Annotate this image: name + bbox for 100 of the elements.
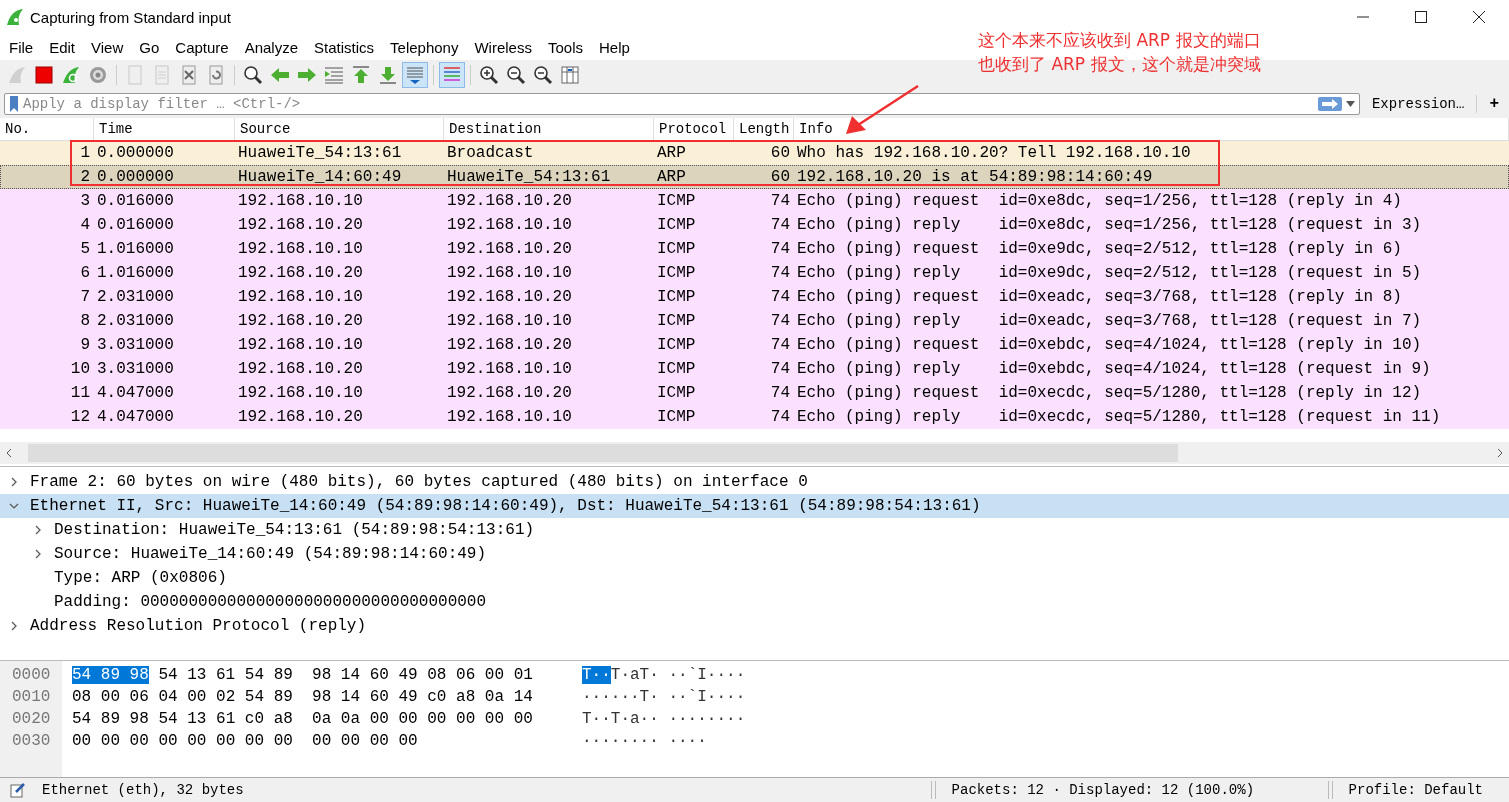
table-cell-text: 74 xyxy=(769,384,791,402)
hex-bytes[interactable]: 54 13 61 54 89 98 14 60 49 08 06 00 01 xyxy=(158,666,533,684)
hex-bytes[interactable]: 00 00 00 00 00 00 00 00 00 00 00 00 xyxy=(72,732,418,750)
hex-bytes[interactable]: 08 00 06 04 00 02 54 89 98 14 60 49 c0 a8 0a 14 xyxy=(72,688,533,706)
packet-row[interactable]: 2 0.000000 HuaweiTe_14:60:49 HuaweiTe_54:13:61 ARP 60 192.168.10.20 is at 54:89:98:14:60:49 xyxy=(0,165,1509,189)
table-cell-text: Broadcast xyxy=(446,144,535,162)
table-cell-text: 1.016000 xyxy=(96,264,175,282)
table-cell-text: 3.031000 xyxy=(96,360,175,378)
menu-item[interactable]: Analyze xyxy=(244,38,299,56)
menu-item[interactable]: Tools xyxy=(547,38,583,56)
selected-bytes[interactable]: 54 89 98 xyxy=(72,666,149,684)
table-cell-text: Echo (ping) reply id=0xe9dc, seq=2/512, ttl=128 (request in 5) xyxy=(796,264,1423,282)
column-header[interactable]: Length xyxy=(734,118,794,140)
table-cell-text: 4.047000 xyxy=(96,408,175,426)
column-header[interactable]: No. xyxy=(0,118,94,140)
packet-row[interactable]: 6 1.016000 192.168.10.20 192.168.10.10 ICMP 74 Echo (ping) reply id=0xe9dc, seq=2/512, ttl=128 (request in 5) xyxy=(0,261,1509,285)
tree-row[interactable]: Type: ARP (0x0806) xyxy=(0,566,1509,590)
menu-item[interactable]: Help xyxy=(599,38,630,56)
packet-row[interactable]: 4 0.016000 192.168.10.20 192.168.10.10 ICMP 74 Echo (ping) reply id=0xe8dc, seq=1/256, ttl=128 (request in 3) xyxy=(0,213,1509,237)
column-header[interactable]: Source xyxy=(235,118,444,140)
table-cell-text: 192.168.10.20 xyxy=(446,288,573,306)
tree-item-text: Destination: HuaweiTe_54:13:61 (54:89:98:54:13:61) xyxy=(54,521,535,539)
table-cell-text: 74 xyxy=(769,408,791,426)
table-cell-text: 74 xyxy=(769,192,791,210)
table-cell-text: Echo (ping) reply id=0xecdc, seq=5/1280, ttl=128 (request in 11) xyxy=(796,408,1442,426)
ascii-text[interactable]: ······T· ··`I···· xyxy=(582,688,746,706)
packet-row[interactable]: 10 3.031000 192.168.10.20 192.168.10.10 ICMP 74 Echo (ping) reply id=0xebdc, seq=4/1024, ttl=128 (request in 9) xyxy=(0,357,1509,381)
table-cell-text: 74 xyxy=(769,288,791,306)
filter-input[interactable]: Apply a display filter … <Ctrl-/> xyxy=(23,96,1314,112)
tree-row[interactable]: Padding: 000000000000000000000000000000000000 xyxy=(0,590,1509,614)
colored-lines-icon[interactable] xyxy=(439,62,465,88)
scroll-right-icon[interactable] xyxy=(1495,448,1505,458)
table-cell-text: 192.168.10.10 xyxy=(446,312,573,330)
maximize-icon[interactable] xyxy=(1415,11,1427,23)
menu-item[interactable]: Wireless xyxy=(474,38,532,56)
table-cell-text: Who has 192.168.10.20? Tell 192.168.10.10 xyxy=(796,144,1192,162)
edit-icon[interactable] xyxy=(10,782,26,798)
menu-item[interactable]: Go xyxy=(139,38,160,56)
table-cell-text: 192.168.10.10 xyxy=(237,288,364,306)
table-cell-text: 192.168.10.20 xyxy=(446,336,573,354)
dropdown-caret-icon[interactable] xyxy=(1345,101,1355,107)
selected-ascii[interactable]: T·· xyxy=(582,666,611,684)
tree-row[interactable]: Address Resolution Protocol (reply) xyxy=(0,614,1509,638)
menu-item[interactable]: Capture xyxy=(175,38,229,56)
column-header[interactable]: Protocol xyxy=(654,118,734,140)
table-cell-text: Echo (ping) reply id=0xebdc, seq=4/1024, ttl=128 (request in 9) xyxy=(796,360,1432,378)
column-header[interactable]: Destination xyxy=(444,118,654,140)
auto-scroll-icon[interactable] xyxy=(402,62,428,88)
packet-row[interactable]: 12 4.047000 192.168.10.20 192.168.10.10 ICMP 74 Echo (ping) reply id=0xecdc, seq=5/1280, ttl=128 (request in 11) xyxy=(0,405,1509,429)
packet-row[interactable]: 7 2.031000 192.168.10.10 192.168.10.20 ICMP 74 Echo (ping) request id=0xeadc, seq=3/768, ttl=128 (reply in 8) xyxy=(0,285,1509,309)
annotation-text: 这个本来不应该收到 ARP 报文的端口 xyxy=(978,29,1261,52)
column-header[interactable]: Time xyxy=(94,118,235,140)
scroll-left-icon[interactable] xyxy=(4,448,14,458)
menu-item[interactable]: File xyxy=(9,38,34,56)
profile-label[interactable]: Profile: Default xyxy=(1348,782,1509,798)
tree-row[interactable]: Ethernet II, Src: HuaweiTe_14:60:49 (54:89:98:14:60:49), Dst: HuaweiTe_54:13:61 (54:89:98:54:13:61) xyxy=(0,494,1509,518)
ascii-text[interactable]: T··T·a·· ········ xyxy=(582,710,746,728)
table-cell-text: 74 xyxy=(769,264,791,282)
bookmark-icon[interactable] xyxy=(9,96,19,112)
hex-offset: 0000 xyxy=(12,666,51,684)
table-cell-text: 192.168.10.20 xyxy=(446,192,573,210)
table-cell-text: HuaweiTe_54:13:61 xyxy=(237,144,403,162)
horizontal-scrollbar[interactable] xyxy=(0,442,1509,464)
tree-row[interactable]: Frame 2: 60 bytes on wire (480 bits), 60 bytes captured (480 bits) on interface 0 xyxy=(0,470,1509,494)
table-cell-text: 192.168.10.10 xyxy=(237,192,364,210)
add-filter-button[interactable]: + xyxy=(1483,95,1505,113)
packet-row[interactable]: 5 1.016000 192.168.10.10 192.168.10.20 ICMP 74 Echo (ping) request id=0xe9dc, seq=2/512, ttl=128 (reply in 6) xyxy=(0,237,1509,261)
menu-item[interactable]: Telephony xyxy=(390,38,459,56)
tree-row[interactable]: Source: HuaweiTe_14:60:49 (54:89:98:14:60:49) xyxy=(0,542,1509,566)
ascii-text[interactable]: T·aT· ··`I···· xyxy=(610,666,746,684)
tree-item-text: Padding: 000000000000000000000000000000000000 xyxy=(54,593,487,611)
table-cell-text: ICMP xyxy=(656,264,697,282)
table-cell-text: 74 xyxy=(769,336,791,354)
tree-item-text: Frame 2: 60 bytes on wire (480 bits), 60 bytes captured (480 bits) on interface 0 xyxy=(30,473,808,491)
menu-item[interactable]: Statistics xyxy=(314,38,375,56)
table-cell-text: ICMP xyxy=(656,384,697,402)
tree-row[interactable]: Destination: HuaweiTe_54:13:61 (54:89:98:54:13:61) xyxy=(0,518,1509,542)
packet-row[interactable]: 9 3.031000 192.168.10.10 192.168.10.20 ICMP 74 Echo (ping) request id=0xebdc, seq=4/1024, ttl=128 (reply in 10) xyxy=(0,333,1509,357)
table-cell-text: Echo (ping) request id=0xeadc, seq=3/768, ttl=128 (reply in 8) xyxy=(796,288,1403,306)
table-cell-text: ICMP xyxy=(656,336,697,354)
close-icon[interactable] xyxy=(1473,11,1485,23)
packet-row[interactable]: 1 0.000000 HuaweiTe_54:13:61 Broadcast ARP 60 Who has 192.168.10.20? Tell 192.168.10.10 xyxy=(0,141,1509,165)
table-cell-text: 2.031000 xyxy=(96,312,175,330)
table-cell-text: 1 xyxy=(79,144,91,162)
hex-bytes[interactable]: 54 89 98 54 13 61 c0 a8 0a 0a 00 00 00 00 00 00 xyxy=(72,710,533,728)
packet-row[interactable]: 3 0.016000 192.168.10.10 192.168.10.20 ICMP 74 Echo (ping) request id=0xe8dc, seq=1/256, ttl=128 (reply in 4) xyxy=(0,189,1509,213)
table-cell-text: 192.168.10.20 is at 54:89:98:14:60:49 xyxy=(796,168,1154,186)
table-cell-text: 11 xyxy=(69,384,91,402)
table-cell-text: HuaweiTe_14:60:49 xyxy=(237,168,403,186)
table-cell-text: 3 xyxy=(79,192,91,210)
packet-row[interactable]: 11 4.047000 192.168.10.10 192.168.10.20 ICMP 74 Echo (ping) request id=0xecdc, seq=5/1280, ttl=128 (reply in 12) xyxy=(0,381,1509,405)
expression-button[interactable]: Expression… xyxy=(1365,96,1471,112)
hex-offset: 0020 xyxy=(12,710,51,728)
menu-item[interactable]: Edit xyxy=(49,38,76,56)
filter-bar-field[interactable]: Apply a display filter … <Ctrl-/> xyxy=(4,93,1360,115)
ascii-text[interactable]: ········ ···· xyxy=(582,732,707,750)
packet-row[interactable]: 8 2.031000 192.168.10.20 192.168.10.10 ICMP 74 Echo (ping) reply id=0xeadc, seq=3/768, ttl=128 (request in 7) xyxy=(0,309,1509,333)
tree-item-text: Address Resolution Protocol (reply) xyxy=(30,617,367,635)
menu-item[interactable]: View xyxy=(91,38,124,56)
hex-offset: 0010 xyxy=(12,688,51,706)
